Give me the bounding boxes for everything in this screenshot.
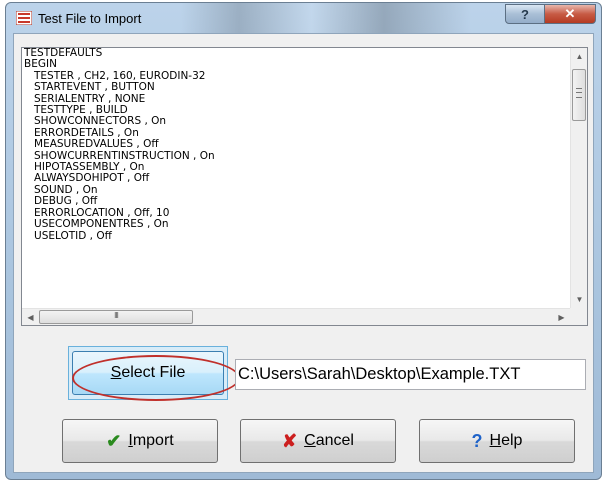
text-line: USECOMPONENTRES , On (24, 218, 169, 231)
text-line: MEASUREDVALUES , Off (24, 138, 159, 151)
caption-close-button[interactable]: ✕ (544, 4, 596, 24)
import-label: mport (132, 432, 174, 449)
scroll-left-arrow-icon[interactable]: ◀ (22, 309, 39, 326)
file-path-field[interactable]: C:\Users\Sarah\Desktop\Example.TXT (235, 359, 586, 390)
select-file-mnemonic: S (110, 364, 122, 381)
text-line: STARTEVENT , BUTTON (24, 81, 155, 94)
horizontal-scrollbar[interactable]: ◀ III ▶ (22, 308, 570, 325)
close-icon: ✕ (564, 6, 576, 21)
text-line: USELOTID , Off (24, 229, 112, 242)
vertical-scrollbar[interactable]: ▲ ▼ (570, 48, 587, 308)
select-file-focus-frame: Select File (68, 346, 228, 400)
scroll-right-arrow-icon[interactable]: ▶ (553, 309, 570, 326)
dialog-client-area: TESTDEFAULTS BEGIN TESTER , CH2, 160, EUR… (13, 33, 594, 473)
test-file-textbox[interactable]: TESTDEFAULTS BEGIN TESTER , CH2, 160, EUR… (21, 47, 588, 326)
grip-icon (576, 88, 582, 98)
select-file-button[interactable]: Select File (72, 351, 224, 395)
import-button[interactable]: ✔ Import (62, 419, 218, 463)
text-line: DEBUG , Off (24, 195, 98, 208)
title-bar-glass (181, 3, 471, 33)
test-file-content[interactable]: TESTDEFAULTS BEGIN TESTER , CH2, 160, EUR… (24, 48, 569, 308)
caption-help-button[interactable]: ? (505, 4, 545, 24)
text-line: SOUND , On (24, 183, 98, 196)
question-mark-icon: ? (471, 430, 483, 451)
help-button[interactable]: ? Help (419, 419, 575, 463)
cross-icon: ✘ (282, 430, 298, 451)
window-title: Test File to Import (38, 11, 142, 26)
grip-icon: III (114, 311, 119, 320)
checkmark-icon: ✔ (106, 430, 122, 451)
cancel-button[interactable]: ✘ Cancel (240, 419, 396, 463)
title-bar[interactable]: Test File to Import ? ✕ (6, 3, 601, 33)
text-line: ALWAYSDOHIPOT , Off (24, 172, 150, 185)
horizontal-scroll-thumb[interactable]: III (39, 310, 193, 324)
vertical-scroll-thumb[interactable] (572, 69, 586, 121)
cancel-label: ancel (315, 432, 354, 449)
help-label: elp (501, 432, 523, 449)
select-file-label: elect File (121, 364, 186, 381)
scroll-down-arrow-icon[interactable]: ▼ (571, 291, 588, 308)
import-dialog-window: Test File to Import ? ✕ TESTDEFAULTS BEGI… (5, 2, 602, 480)
help-mnemonic: H (489, 432, 502, 449)
text-line: TESTDEFAULTS (24, 48, 103, 59)
scroll-up-arrow-icon[interactable]: ▲ (571, 48, 588, 65)
help-icon: ? (521, 6, 529, 22)
app-icon (16, 11, 32, 25)
cancel-mnemonic: C (304, 432, 316, 449)
scrollbar-corner (570, 308, 587, 325)
